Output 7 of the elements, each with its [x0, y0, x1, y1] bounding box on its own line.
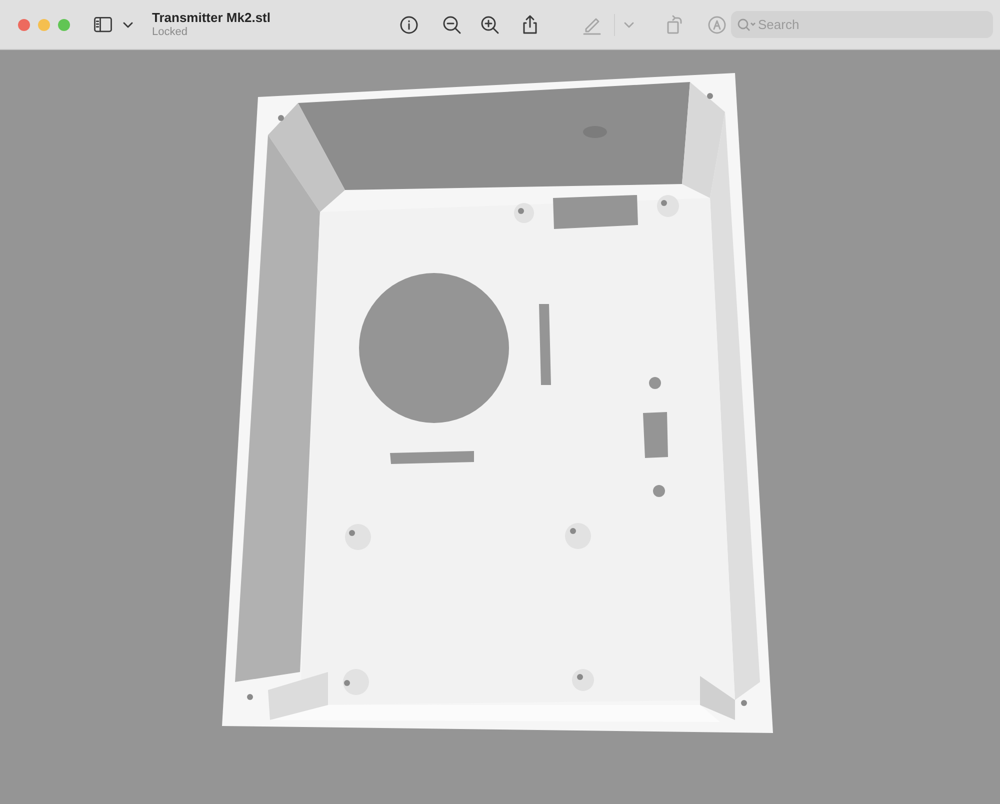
search-icon: [737, 18, 757, 32]
search-field[interactable]: Search: [731, 11, 993, 38]
zoom-button[interactable]: [58, 18, 70, 30]
window-title: Transmitter Mk2.stl: [152, 10, 270, 26]
window-subtitle: Locked: [152, 26, 188, 40]
minimize-button[interactable]: [38, 18, 50, 30]
close-button[interactable]: [18, 18, 30, 30]
